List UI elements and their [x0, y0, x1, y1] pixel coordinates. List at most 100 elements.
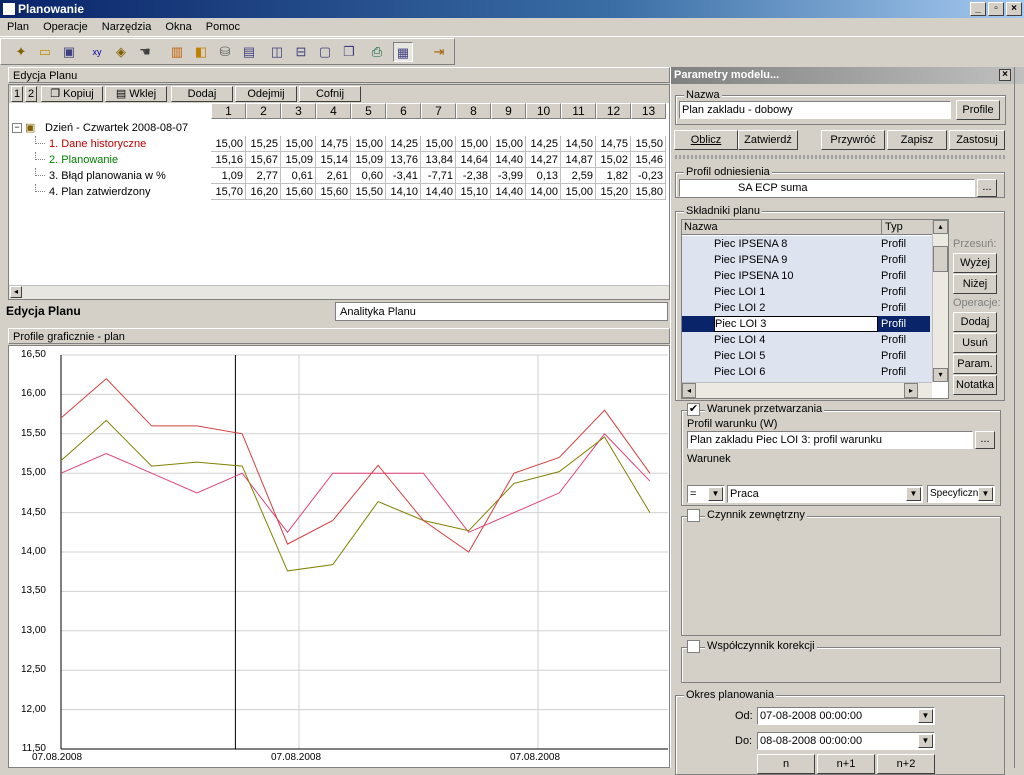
copy-button[interactable]: ❐ Kopiuj — [41, 86, 103, 102]
component-list-item[interactable]: Piec IPSENA 9 Profil — [682, 252, 930, 268]
cascade-icon[interactable]: ❐ — [339, 42, 359, 62]
box-icon[interactable]: ◧ — [191, 42, 211, 62]
grid-cell[interactable]: 15,60 — [316, 184, 351, 200]
column-header[interactable]: 5 — [351, 103, 386, 119]
period-n1-button[interactable]: n+1 — [817, 754, 875, 774]
grid-cell[interactable]: -7,71 — [421, 168, 456, 184]
column-header[interactable]: 3 — [281, 103, 316, 119]
save-params-button[interactable]: Zapisz — [887, 130, 947, 150]
external-factor-checkbox[interactable] — [687, 509, 700, 522]
grid-cell[interactable]: 13,84 — [421, 152, 456, 168]
hand-icon[interactable]: ☚ — [135, 42, 155, 62]
component-list-item[interactable]: Piec IPSENA 8 Profil — [682, 236, 930, 252]
column-header[interactable]: 8 — [456, 103, 491, 119]
grid-cell[interactable]: 13,76 — [386, 152, 421, 168]
grid-cell[interactable]: 15,00 — [421, 136, 456, 152]
list-horizontal-scrollbar[interactable]: ◂ ▸ — [682, 382, 932, 398]
calculate-button[interactable]: Oblicz — [674, 130, 738, 150]
grid-cell[interactable]: 0,60 — [351, 168, 386, 184]
grid-tab-2[interactable]: 2 — [25, 86, 37, 102]
grid-cell[interactable]: 16,20 — [246, 184, 281, 200]
grid-cell[interactable]: 2,61 — [316, 168, 351, 184]
grid-cell[interactable]: 15,10 — [456, 184, 491, 200]
column-header[interactable]: 4 — [316, 103, 351, 119]
grid-cell[interactable]: 15,80 — [631, 184, 666, 200]
column-header[interactable]: 9 — [491, 103, 526, 119]
component-list-item[interactable]: Piec IPSENA 10 Profil — [682, 268, 930, 284]
hscroll-right-icon[interactable]: ▸ — [904, 383, 918, 398]
from-date-field[interactable]: 07-08-2008 00:00:00 ▼ — [757, 707, 935, 725]
grid-cell[interactable]: 2,77 — [246, 168, 281, 184]
grid-cell[interactable]: 14,10 — [386, 184, 421, 200]
splitter-grip[interactable] — [675, 155, 1005, 159]
column-header[interactable]: 10 — [526, 103, 561, 119]
window-icon[interactable]: ▢ — [315, 42, 335, 62]
scroll-down-icon[interactable]: ▾ — [933, 368, 948, 382]
profile-button[interactable]: Profile — [956, 100, 1000, 120]
grid-cell[interactable]: 15,00 — [491, 136, 526, 152]
grid-cell[interactable]: 15,02 — [596, 152, 631, 168]
printer-icon[interactable]: ⎙ — [367, 42, 387, 62]
remove-component-button[interactable]: Usuń — [953, 333, 997, 353]
close-button[interactable]: × — [1006, 2, 1022, 16]
apply-button[interactable]: Zastosuj — [949, 130, 1005, 150]
grid-cell[interactable]: 14,87 — [561, 152, 596, 168]
grid-horizontal-scrollbar[interactable]: ◂ — [9, 285, 669, 299]
grid-cell[interactable]: 14,64 — [456, 152, 491, 168]
move-up-button[interactable]: Wyżej — [953, 253, 997, 273]
grid-cell[interactable]: -3,99 — [491, 168, 526, 184]
minimize-button[interactable]: _ — [970, 2, 986, 16]
column-header[interactable]: 13 — [631, 103, 666, 119]
grid-cell[interactable]: 15,00 — [561, 184, 596, 200]
grid-cell[interactable]: 14,40 — [491, 184, 526, 200]
column-header[interactable]: 12 — [596, 103, 631, 119]
chevron-down-icon[interactable]: ▼ — [708, 487, 723, 501]
grid-cell[interactable]: 15,16 — [211, 152, 246, 168]
column-header[interactable]: 6 — [386, 103, 421, 119]
note-button[interactable]: Notatka — [953, 375, 997, 395]
component-list-item[interactable]: Piec LOI 4 Profil — [682, 332, 930, 348]
column-header[interactable]: 1 — [211, 103, 246, 119]
column-header[interactable]: 2 — [246, 103, 281, 119]
xy-icon[interactable]: xy — [87, 42, 107, 62]
grid-row[interactable]: 3. Błąd planowania w % 1,09 2,77 0,61 2,61 0,… — [9, 168, 669, 184]
menu-narzedzia[interactable]: Narzędzia — [98, 18, 156, 37]
grid-row[interactable]: 2. Planowanie 15,16 15,67 15,09 15,14 15,09 13… — [9, 152, 669, 168]
grid-cell[interactable]: 14,25 — [386, 136, 421, 152]
menu-plan[interactable]: Plan — [3, 18, 33, 37]
grid-cell[interactable]: 15,00 — [351, 136, 386, 152]
approve-button[interactable]: Zatwierdź — [738, 130, 798, 150]
chevron-down-icon[interactable]: ▼ — [906, 487, 921, 501]
list-vertical-scrollbar[interactable]: ▴ ▾ — [932, 220, 948, 382]
restore-button[interactable]: Przywróć — [821, 130, 885, 150]
period-n-button[interactable]: n — [757, 754, 815, 774]
menu-okna[interactable]: Okna — [161, 18, 195, 37]
tab-analityka-planu[interactable]: Analityka Planu — [335, 302, 668, 321]
grid-cell[interactable]: 14,75 — [316, 136, 351, 152]
grid-cell[interactable]: 15,00 — [211, 136, 246, 152]
exit-door-icon[interactable]: ⇥ — [429, 42, 449, 62]
grid-cell[interactable]: 1,09 — [211, 168, 246, 184]
collapse-icon[interactable]: − — [12, 123, 22, 133]
correction-checkbox[interactable] — [687, 640, 700, 653]
grid-cell[interactable]: 15,50 — [631, 136, 666, 152]
grid-cell[interactable]: 2,59 — [561, 168, 596, 184]
hscroll-left-icon[interactable]: ◂ — [682, 383, 696, 398]
condition-checkbox[interactable]: ✔ — [687, 403, 700, 416]
grid-cell[interactable]: 15,67 — [246, 152, 281, 168]
period-n2-button[interactable]: n+2 — [877, 754, 935, 774]
database-icon[interactable]: ⛁ — [215, 42, 235, 62]
menu-pomoc[interactable]: Pomoc — [202, 18, 244, 37]
scroll-up-icon[interactable]: ▴ — [933, 220, 948, 234]
grid-cell[interactable]: 15,00 — [281, 136, 316, 152]
grid-cell[interactable]: 15,46 — [631, 152, 666, 168]
grid-cell[interactable]: 14,25 — [526, 136, 561, 152]
undo-button[interactable]: Cofnij — [299, 86, 361, 102]
move-down-button[interactable]: Niżej — [953, 274, 997, 294]
grid-cell[interactable]: 15,70 — [211, 184, 246, 200]
condition-browse-button[interactable]: ... — [975, 431, 995, 449]
add-button[interactable]: Dodaj — [171, 86, 233, 102]
col-name-header[interactable]: Nazwa — [682, 220, 882, 235]
grid-tab-1[interactable]: 1 — [11, 86, 23, 102]
grid-cell[interactable]: 14,40 — [421, 184, 456, 200]
